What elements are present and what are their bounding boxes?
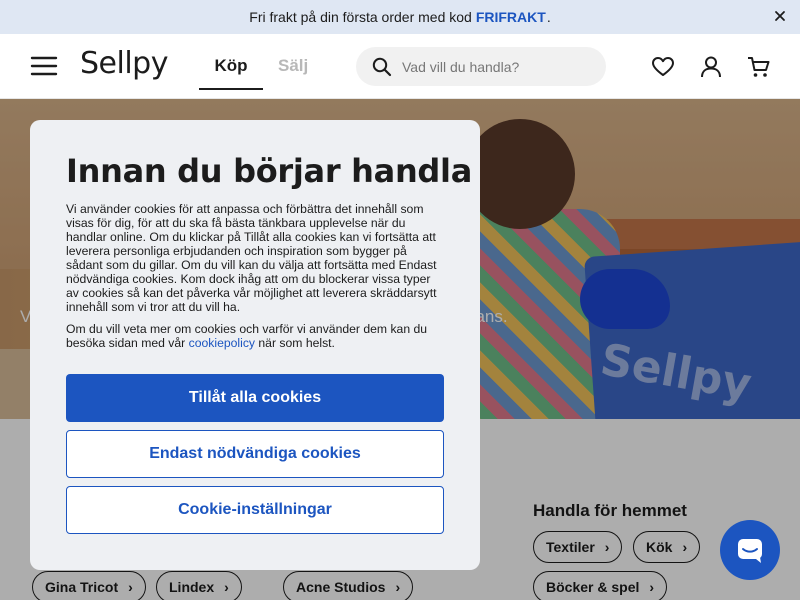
search-input[interactable] [402, 58, 582, 75]
cookie-dialog-text: Vi använder cookies för att anpassa och … [66, 202, 437, 314]
cookie-dialog-title: Innan du börjar handla [66, 152, 472, 190]
site-header: Sellpy Köp Sälj [0, 34, 800, 99]
sellpy-logo[interactable]: Sellpy [80, 46, 168, 81]
promo-code: FRIFRAKT [475, 9, 546, 25]
close-icon[interactable] [772, 8, 788, 24]
necessary-cookies-button[interactable]: Endast nödvändiga cookies [66, 430, 444, 478]
allow-all-cookies-button[interactable]: Tillåt alla cookies [66, 374, 444, 422]
promo-banner: Fri frakt på din första order med kod FR… [0, 0, 800, 34]
chat-support-button[interactable] [720, 520, 780, 580]
tab-buy[interactable]: Köp [199, 54, 263, 90]
search-bar[interactable] [356, 47, 606, 86]
promo-suffix: . [546, 9, 551, 25]
heart-icon[interactable] [650, 54, 676, 80]
hamburger-menu-icon[interactable] [30, 55, 58, 77]
cookie-settings-button[interactable]: Cookie-inställningar [66, 486, 444, 534]
cookie-consent-dialog: Innan du börjar handla Vi använder cooki… [30, 120, 480, 570]
cookie-policy-link[interactable]: cookiepolicy [189, 336, 255, 350]
user-account-icon[interactable] [698, 54, 724, 80]
chat-icon [738, 539, 762, 563]
shopping-cart-icon[interactable] [746, 54, 772, 80]
promo-text: Fri frakt på din första order med kod [249, 9, 472, 25]
tab-sell[interactable]: Sälj [278, 54, 312, 76]
policy-text-post: när som helst. [258, 336, 335, 350]
search-icon [372, 57, 392, 76]
cookie-dialog-policy-text: Om du vill veta mer om cookies och varfö… [66, 322, 446, 350]
